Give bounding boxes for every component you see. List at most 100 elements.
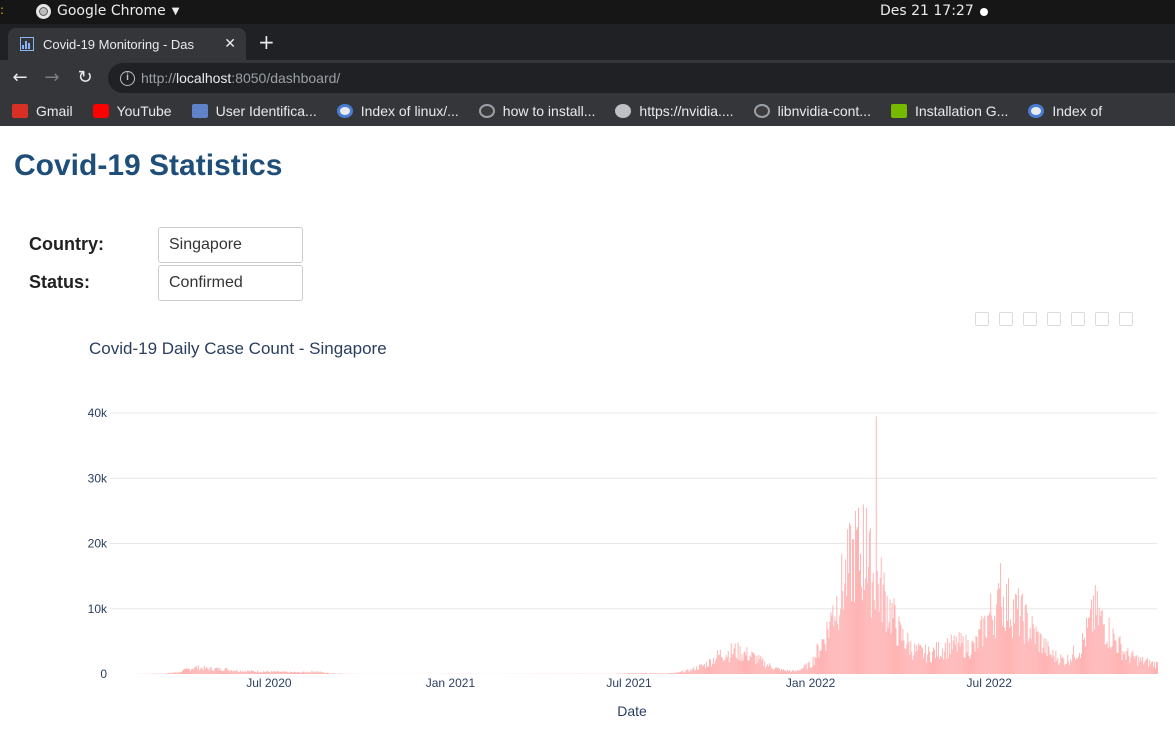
daily-case-bar bbox=[703, 665, 705, 674]
daily-case-bar bbox=[298, 672, 300, 674]
daily-case-bar bbox=[187, 668, 189, 674]
daily-case-bar bbox=[894, 605, 896, 674]
daily-case-bar bbox=[637, 673, 639, 674]
bookmark-user-identification[interactable]: User Identifica... bbox=[180, 103, 325, 119]
daily-case-bar bbox=[821, 639, 823, 674]
daily-case-bar bbox=[320, 671, 322, 674]
bookmark-libnvidia[interactable]: libnvidia-cont... bbox=[742, 103, 879, 119]
daily-case-bar bbox=[701, 664, 703, 674]
daily-case-bar bbox=[293, 671, 295, 674]
country-dropdown[interactable]: Singapore bbox=[158, 227, 303, 263]
camera-icon[interactable] bbox=[975, 312, 989, 326]
daily-case-bar bbox=[882, 584, 884, 674]
daily-case-bar bbox=[949, 653, 951, 674]
daily-case-bar bbox=[932, 647, 934, 674]
daily-case-bar bbox=[231, 669, 233, 674]
daily-case-bar bbox=[248, 671, 250, 674]
daily-case-bar bbox=[996, 604, 998, 674]
daily-case-bar bbox=[752, 652, 754, 674]
back-arrow-icon[interactable]: ← bbox=[8, 66, 32, 90]
daily-case-bar bbox=[811, 667, 813, 674]
daily-case-bar bbox=[169, 672, 171, 674]
bookmark-how-to-install[interactable]: how to install... bbox=[467, 103, 604, 119]
system-clock[interactable]: Des 21 17:27 bbox=[880, 3, 974, 19]
daily-case-bar bbox=[961, 642, 963, 674]
daily-case-bar bbox=[833, 626, 835, 674]
daily-case-bar bbox=[730, 643, 732, 674]
info-icon[interactable]: i bbox=[120, 70, 135, 86]
address-bar[interactable]: i http://localhost:8050/dashboard/ bbox=[108, 63, 1175, 93]
daily-case-bar bbox=[947, 658, 949, 674]
app-menu[interactable]: Google Chrome ▼ bbox=[36, 3, 179, 19]
zoom-icon[interactable] bbox=[999, 312, 1013, 326]
bookmark-label: how to install... bbox=[502, 103, 596, 119]
daily-case-bar bbox=[696, 666, 698, 674]
reload-icon[interactable]: ↻ bbox=[73, 66, 97, 90]
daily-case-bar bbox=[840, 608, 842, 674]
bookmark-index-of-linux[interactable]: Index of linux/... bbox=[325, 103, 467, 119]
bookmark-youtube[interactable]: YouTube bbox=[81, 103, 180, 119]
daily-case-bar bbox=[773, 669, 775, 674]
daily-case-bar bbox=[930, 661, 932, 674]
daily-case-bar bbox=[276, 671, 278, 674]
zoom-out-icon[interactable] bbox=[1071, 312, 1085, 326]
daily-case-bar bbox=[273, 671, 275, 674]
daily-case-bar bbox=[775, 667, 777, 674]
daily-case-bar bbox=[307, 672, 309, 674]
close-icon[interactable]: ✕ bbox=[224, 35, 236, 52]
daily-case-bar bbox=[1129, 662, 1131, 674]
daily-case-bar bbox=[868, 531, 870, 674]
daily-case-bar bbox=[858, 570, 860, 674]
daily-case-bar bbox=[835, 621, 837, 674]
daily-case-bar bbox=[651, 673, 653, 674]
daily-case-bar bbox=[306, 672, 308, 674]
forward-arrow-icon[interactable]: → bbox=[40, 66, 64, 90]
daily-case-bar bbox=[969, 658, 971, 674]
daily-case-bar bbox=[999, 588, 1001, 674]
daily-case-bar bbox=[1115, 640, 1117, 674]
browser-tab[interactable]: Covid-19 Monitoring - Das ✕ bbox=[8, 28, 246, 60]
daily-case-bar bbox=[291, 671, 293, 674]
daily-case-bar bbox=[1050, 653, 1052, 674]
x-axis-ticks: Jul 2020 Jan 2021 Jul 2021 Jan 2022 Jul 2022 bbox=[246, 676, 1012, 690]
daily-case-bar bbox=[779, 668, 781, 674]
bookmark-index-of[interactable]: Index of bbox=[1016, 103, 1110, 119]
daily-case-bar bbox=[1079, 653, 1081, 674]
daily-case-bar bbox=[173, 672, 175, 674]
autoscale-icon[interactable] bbox=[1095, 312, 1109, 326]
bookmark-installation-guide[interactable]: Installation G... bbox=[879, 103, 1016, 119]
daily-case-bar bbox=[904, 648, 906, 674]
daily-case-bar bbox=[729, 657, 731, 674]
daily-case-bar bbox=[1009, 619, 1011, 674]
reset-axes-icon[interactable] bbox=[1119, 312, 1133, 326]
daily-case-bar bbox=[1028, 637, 1030, 674]
daily-case-bar bbox=[207, 668, 209, 674]
github-icon bbox=[478, 104, 495, 118]
daily-case-bar bbox=[216, 668, 218, 674]
daily-case-bar bbox=[1031, 616, 1033, 674]
daily-case-bar bbox=[861, 600, 863, 674]
daily-case-bar bbox=[962, 636, 964, 674]
browser-toolbar: ← → ↻ i http://localhost:8050/dashboard/ bbox=[0, 60, 1175, 96]
bookmark-nvidia[interactable]: https://nvidia.... bbox=[603, 103, 741, 119]
daily-case-bar bbox=[213, 670, 215, 674]
daily-case-bar bbox=[1021, 593, 1023, 674]
daily-case-bar bbox=[227, 670, 229, 674]
daily-case-bar bbox=[233, 670, 235, 674]
activities-indicator[interactable]: : bbox=[0, 3, 4, 17]
daily-case-bar bbox=[828, 637, 830, 674]
daily-case-bar bbox=[269, 672, 271, 674]
daily-case-bar bbox=[812, 656, 814, 674]
new-tab-button[interactable]: + bbox=[258, 30, 275, 54]
daily-case-bar bbox=[237, 671, 239, 674]
daily-case-bar bbox=[746, 647, 748, 674]
daily-case-bar bbox=[774, 668, 776, 674]
daily-case-bar bbox=[934, 658, 936, 674]
pan-icon[interactable] bbox=[1023, 312, 1037, 326]
y-tick-label: 30k bbox=[88, 471, 108, 485]
status-dropdown[interactable]: Confirmed bbox=[158, 265, 303, 301]
zoom-in-icon[interactable] bbox=[1047, 312, 1061, 326]
daily-case-bar bbox=[929, 651, 931, 674]
daily-case-bar bbox=[308, 671, 310, 674]
bookmark-gmail[interactable]: Gmail bbox=[0, 103, 81, 119]
